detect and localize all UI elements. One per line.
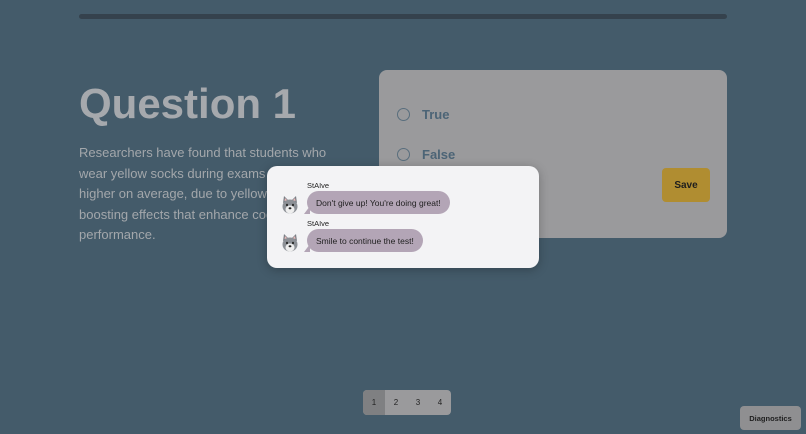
message-bubble: Don't give up! You're doing great! [304,191,450,214]
message-sender: StAIve [307,219,330,228]
option-label: True [422,107,450,122]
progress-bar [79,14,727,19]
radio-false[interactable] [397,148,410,161]
option-true[interactable]: True [397,107,449,122]
message-bubble: Smile to continue the test! [304,229,423,252]
option-label: False [422,147,456,162]
diagnostics-button[interactable]: Diagnostics [740,406,801,430]
page-button-2[interactable]: 2 [385,390,407,415]
pagination: 1 2 3 4 [363,390,451,415]
question-title: Question 1 [79,80,297,127]
page-button-4[interactable]: 4 [429,390,451,415]
chat-popup: StAIve Don't give up! You're doing great… [267,166,539,268]
message-sender: StAIve [307,181,330,190]
page-button-1[interactable]: 1 [363,390,385,415]
page-button-3[interactable]: 3 [407,390,429,415]
option-false[interactable]: False [397,147,455,162]
radio-true[interactable] [397,108,410,121]
wolf-icon [282,234,298,252]
save-button[interactable]: Save [662,168,710,202]
wolf-icon [282,196,298,214]
